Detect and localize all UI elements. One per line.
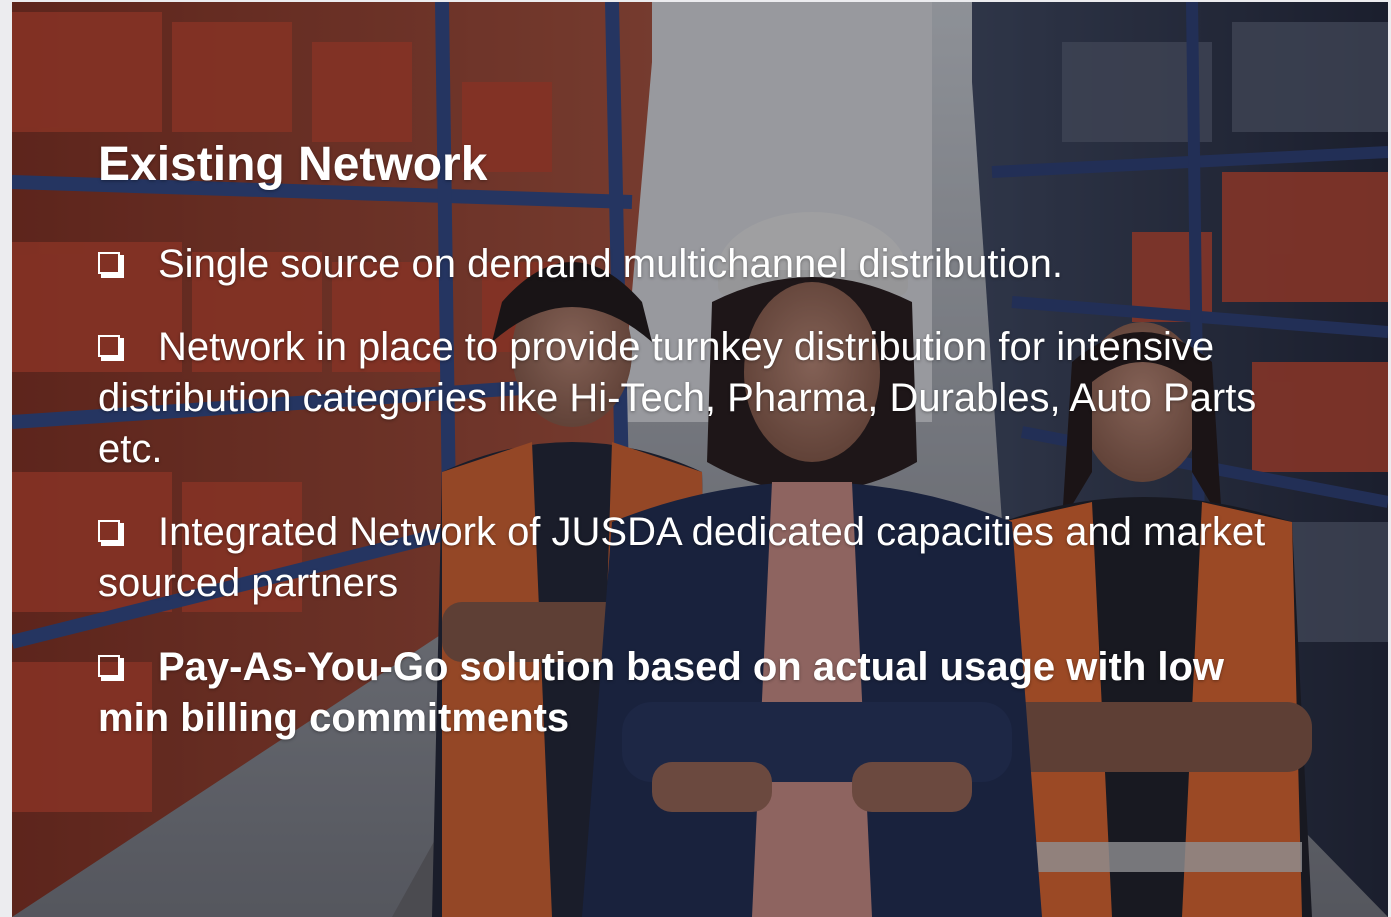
slide-canvas: Existing Network Single source on demand…: [12, 2, 1388, 917]
bullet-item-3: Integrated Network of JUSDA dedicated ca…: [98, 507, 1268, 609]
bullet-item-4: Pay-As-You-Go solution based on actual u…: [98, 642, 1268, 744]
checkbox-square-icon: [98, 520, 124, 546]
bullet-text-4: Pay-As-You-Go solution based on actual u…: [98, 645, 1225, 740]
checkbox-square-icon: [98, 655, 124, 681]
bullet-item-1: Single source on demand multichannel dis…: [98, 239, 1268, 290]
slide-title: Existing Network: [98, 138, 488, 191]
checkbox-square-icon: [98, 252, 124, 278]
bullet-text-2: Network in place to provide turnkey dist…: [98, 325, 1257, 471]
checkbox-square-icon: [98, 335, 124, 361]
bullet-item-2: Network in place to provide turnkey dist…: [98, 322, 1268, 475]
bullet-text-3: Integrated Network of JUSDA dedicated ca…: [98, 510, 1266, 605]
bullet-text-1: Single source on demand multichannel dis…: [158, 242, 1063, 286]
